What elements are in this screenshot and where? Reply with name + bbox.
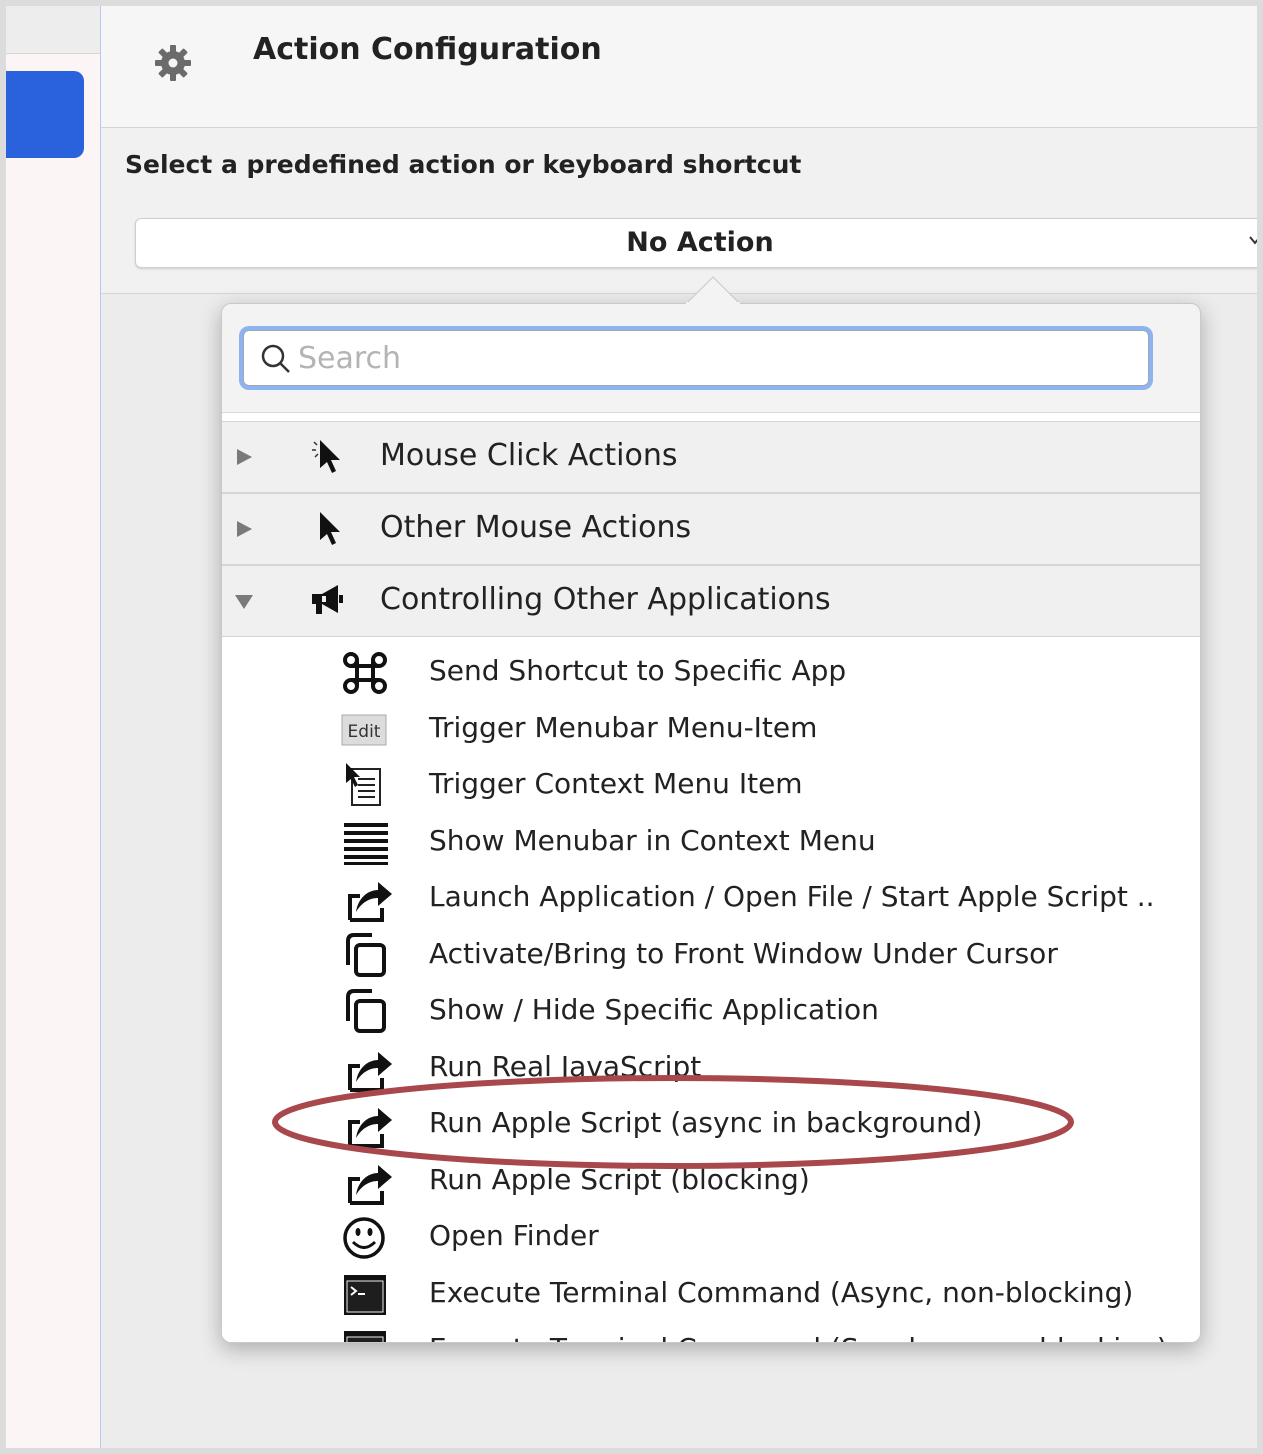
select-action-label: Select a predefined action or keyboard s… xyxy=(125,150,802,179)
action-config-panel: Select a predefined action or keyboard s… xyxy=(101,128,1257,294)
share-arrow-icon xyxy=(348,882,392,922)
sidebar-topbar xyxy=(6,6,100,54)
command-key-icon xyxy=(343,652,387,694)
mouse-cursor-click-icon xyxy=(312,440,340,473)
action-list: Mouse Click Actions Other Mouse Actions xyxy=(222,412,1200,1342)
action-select-dropdown[interactable]: No Action xyxy=(135,218,1257,268)
list-item-run-apple-script-async[interactable]: Run Apple Script (async in background) xyxy=(222,1096,1200,1152)
list-item-label: Trigger Context Menu Item xyxy=(429,767,803,800)
list-item-label: Launch Application / Open File / Start A… xyxy=(429,880,1155,913)
share-arrow-icon xyxy=(348,1052,392,1092)
list-item-activate-window[interactable]: Activate/Bring to Front Window Under Cur… xyxy=(222,927,1200,983)
header: Action Configuration xyxy=(101,6,1257,128)
category-label: Other Mouse Actions xyxy=(380,510,692,545)
category-other-mouse-actions[interactable]: Other Mouse Actions xyxy=(222,493,1200,565)
disclosure-triangle-right-icon[interactable] xyxy=(234,519,254,539)
list-item-label: Execute Terminal Command (Async, non-blo… xyxy=(429,1276,1134,1309)
list-item-label: Trigger Menubar Menu-Item xyxy=(429,711,818,744)
gear-icon xyxy=(155,45,191,81)
share-arrow-icon xyxy=(348,1165,392,1205)
list-item-label: Show Menubar in Context Menu xyxy=(429,824,876,857)
list-item-label: Run Apple Script (blocking) xyxy=(429,1163,810,1196)
terminal-icon xyxy=(344,1331,386,1342)
list-item-execute-terminal-async[interactable]: Execute Terminal Command (Async, non-blo… xyxy=(222,1266,1200,1322)
list-item-label: Activate/Bring to Front Window Under Cur… xyxy=(429,937,1058,970)
list-item-label: Execute Terminal Command (Synchronous, b… xyxy=(429,1332,1168,1342)
list-item-trigger-context-menu[interactable]: Trigger Context Menu Item xyxy=(222,757,1200,813)
list-item-label: Run Apple Script (async in background) xyxy=(429,1106,983,1139)
list-item-trigger-menubar[interactable]: Edit Trigger Menubar Menu-Item xyxy=(222,701,1200,757)
list-item-launch-application[interactable]: Launch Application / Open File / Start A… xyxy=(222,870,1200,926)
list-item-run-javascript[interactable]: Run Real JavaScript xyxy=(222,1040,1200,1096)
list-item-execute-terminal-sync[interactable]: Execute Terminal Command (Synchronous, b… xyxy=(222,1322,1200,1342)
category-label: Mouse Click Actions xyxy=(380,438,678,473)
svg-text:Edit: Edit xyxy=(348,722,381,742)
list-item-label: Run Real JavaScript xyxy=(429,1050,702,1083)
edit-menu-icon: Edit xyxy=(341,714,387,746)
action-picker-popover: Mouse Click Actions Other Mouse Actions xyxy=(221,303,1201,1343)
list-item-label: Open Finder xyxy=(429,1219,599,1252)
smiley-icon xyxy=(343,1217,385,1259)
search-input[interactable] xyxy=(296,337,1120,379)
mouse-cursor-icon xyxy=(320,512,340,545)
sidebar-item-selected[interactable] xyxy=(6,71,84,158)
page-title: Action Configuration xyxy=(253,32,602,67)
chevron-down-icon xyxy=(1249,236,1257,245)
context-menu-icon xyxy=(346,763,381,806)
selected-action-value: No Action xyxy=(626,227,774,258)
list-item-open-finder[interactable]: Open Finder xyxy=(222,1209,1200,1265)
popover-arrow xyxy=(686,276,740,304)
list-item-send-shortcut[interactable]: Send Shortcut to Specific App xyxy=(222,644,1200,700)
search-icon xyxy=(261,344,290,373)
list-item-show-hide-app[interactable]: Show / Hide Specific Application xyxy=(222,983,1200,1039)
category-label: Controlling Other Applications xyxy=(380,582,831,617)
list-item-label: Send Shortcut to Specific App xyxy=(429,654,847,687)
list-item-run-apple-script-blocking[interactable]: Run Apple Script (blocking) xyxy=(222,1153,1200,1209)
terminal-icon xyxy=(344,1275,386,1315)
list-item-show-menubar[interactable]: Show Menubar in Context Menu xyxy=(222,814,1200,870)
disclosure-triangle-down-icon[interactable] xyxy=(234,591,254,611)
category-mouse-click-actions[interactable]: Mouse Click Actions xyxy=(222,421,1200,493)
megaphone-icon xyxy=(312,585,343,614)
search-field[interactable] xyxy=(243,330,1149,386)
category-controlling-other-applications[interactable]: Controlling Other Applications xyxy=(222,565,1200,637)
menu-lines-icon xyxy=(344,823,388,865)
windows-icon xyxy=(346,933,386,977)
sidebar xyxy=(6,6,101,1448)
windows-icon xyxy=(346,989,386,1033)
disclosure-triangle-right-icon[interactable] xyxy=(234,447,254,467)
share-arrow-icon xyxy=(348,1108,392,1148)
list-item-label: Show / Hide Specific Application xyxy=(429,993,879,1026)
